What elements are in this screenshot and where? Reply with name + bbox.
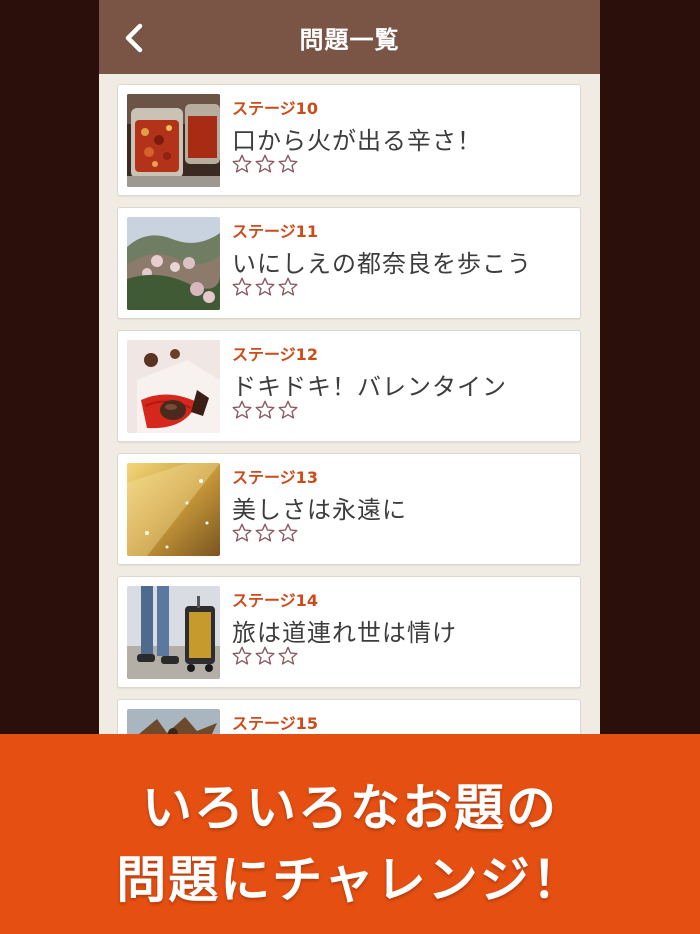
- stage-card[interactable]: ステージ14 旅は道連れ世は情け: [117, 576, 581, 688]
- star-rating: [231, 522, 299, 544]
- stage-title: 口から火が出る辛さ！: [232, 127, 482, 155]
- star-rating: [231, 645, 299, 667]
- stage-title: 美しさは永遠に: [232, 496, 407, 524]
- stage-label: ステージ10: [232, 99, 318, 118]
- promo-headline-line1: いろいろなお題の: [142, 779, 558, 837]
- star-rating: [231, 153, 299, 175]
- star-outline-icon: [278, 646, 298, 665]
- stage-label: ステージ13: [232, 468, 318, 487]
- page-title: 問題一覧: [299, 26, 400, 54]
- promo-headline-line2: 問題にチャレンジ！: [116, 851, 584, 909]
- stage-card[interactable]: ステージ13 美しさは永遠に: [117, 453, 581, 565]
- stage-title: ドキドキ！バレンタイン: [232, 373, 507, 401]
- stage-thumbnail-traveler-suitcase: [127, 586, 220, 679]
- stage-title: 旅は道連れ世は情け: [232, 619, 457, 647]
- stage-card[interactable]: ステージ10 口から火が出る辛さ！: [117, 84, 581, 196]
- stage-thumbnail-nara-mountain: [127, 217, 220, 310]
- star-rating: [231, 276, 299, 298]
- star-outline-icon: [255, 400, 275, 419]
- star-outline-icon: [278, 400, 298, 419]
- navigation-bar: 問題一覧: [99, 0, 600, 74]
- star-outline-icon: [232, 154, 252, 173]
- star-rating: [231, 399, 299, 421]
- star-outline-icon: [278, 154, 298, 173]
- star-outline-icon: [255, 154, 275, 173]
- star-outline-icon: [232, 523, 252, 542]
- star-outline-icon: [255, 523, 275, 542]
- stage-label: ステージ12: [232, 345, 318, 364]
- star-outline-icon: [255, 646, 275, 665]
- stage-card[interactable]: ステージ12 ドキドキ！バレンタイン: [117, 330, 581, 442]
- star-outline-icon: [232, 646, 252, 665]
- stage-thumbnail-chocolates: [127, 340, 220, 433]
- star-outline-icon: [278, 523, 298, 542]
- star-outline-icon: [255, 277, 275, 296]
- stage-label: ステージ15: [232, 714, 318, 733]
- stage-label: ステージ14: [232, 591, 318, 610]
- stage-thumbnail-golden-sparkle: [127, 463, 220, 556]
- star-outline-icon: [232, 277, 252, 296]
- stage-thumbnail-spicy-chili-jar: [127, 94, 220, 187]
- star-outline-icon: [278, 277, 298, 296]
- promo-banner: いろいろなお題の 問題にチャレンジ！: [0, 734, 700, 934]
- stage-title: いにしえの都奈良を歩こう: [232, 250, 532, 278]
- stage-card[interactable]: ステージ11 いにしえの都奈良を歩こう: [117, 207, 581, 319]
- star-outline-icon: [232, 400, 252, 419]
- stage-label: ステージ11: [232, 222, 318, 241]
